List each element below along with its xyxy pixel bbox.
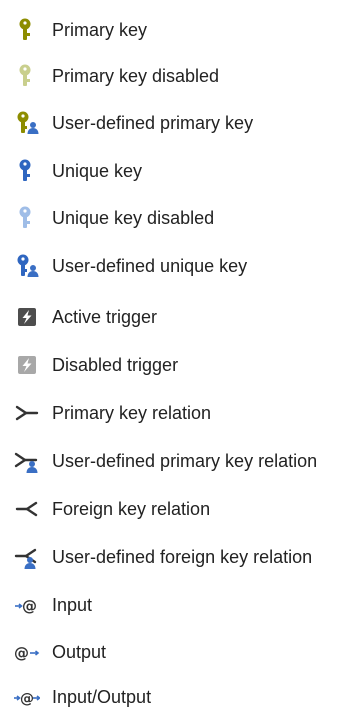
legend-label: User-defined primary key <box>52 113 254 133</box>
legend-item-primary-key-relation: Primary key relation <box>0 388 354 436</box>
primary-key-icon <box>14 17 40 43</box>
legend-item-foreign-key-relation: Foreign key relation <box>0 484 354 532</box>
foreign-key-relation-icon <box>14 496 40 522</box>
disabled-trigger-icon <box>14 352 40 378</box>
legend-label: Primary key disabled <box>52 66 220 86</box>
legend-item-output: @ Output <box>0 627 354 675</box>
primary-key-relation-icon <box>14 400 40 426</box>
svg-text:@: @ <box>14 644 29 662</box>
legend-item-user-defined-foreign-key-relation: User-defined foreign key relation <box>0 532 354 580</box>
user-defined-foreign-key-relation-icon <box>14 544 40 570</box>
svg-text:@: @ <box>22 597 37 615</box>
legend-item-input: @ Input <box>0 580 354 628</box>
legend-label: Unique key disabled <box>52 208 215 228</box>
user-defined-primary-key-icon <box>14 110 40 136</box>
legend-item-primary-key-disabled: Primary key disabled <box>0 51 354 99</box>
legend-item-disabled-trigger: Disabled trigger <box>0 340 354 388</box>
legend-label: Unique key <box>52 161 143 181</box>
legend-item-active-trigger: Active trigger <box>0 292 354 340</box>
legend-label: Active trigger <box>52 307 158 327</box>
legend-label: Primary key <box>52 20 148 40</box>
legend-item-user-defined-primary-key-relation: User-defined primary key relation <box>0 436 354 484</box>
legend-label: Output <box>52 642 107 662</box>
legend-label: Disabled trigger <box>52 355 179 375</box>
legend-item-user-defined-primary-key: User-defined primary key <box>0 98 354 146</box>
unique-key-disabled-icon <box>14 205 40 231</box>
legend-label: User-defined foreign key relation <box>52 547 313 567</box>
legend-label: User-defined primary key relation <box>52 451 318 471</box>
user-defined-primary-key-relation-icon <box>14 448 40 474</box>
unique-key-icon <box>14 158 40 184</box>
legend-item-unique-key: Unique key <box>0 146 354 194</box>
legend-item-user-defined-unique-key: User-defined unique key <box>0 241 354 289</box>
legend-label: Primary key relation <box>52 403 212 423</box>
legend-label: Foreign key relation <box>52 499 211 519</box>
input-output-icon: @ <box>14 684 40 710</box>
svg-text:@: @ <box>20 691 34 707</box>
output-icon: @ <box>14 639 40 665</box>
input-icon: @ <box>14 592 40 618</box>
user-defined-unique-key-icon <box>14 253 40 279</box>
legend-item-unique-key-disabled: Unique key disabled <box>0 193 354 241</box>
legend-item-input-output: @ Input/Output <box>0 672 354 720</box>
legend-label: Input <box>52 595 93 615</box>
legend-label: User-defined unique key <box>52 256 248 276</box>
active-trigger-icon <box>14 304 40 330</box>
legend-item-primary-key: Primary key <box>0 5 354 53</box>
primary-key-disabled-icon <box>14 63 40 89</box>
legend-label: Input/Output <box>52 687 152 707</box>
